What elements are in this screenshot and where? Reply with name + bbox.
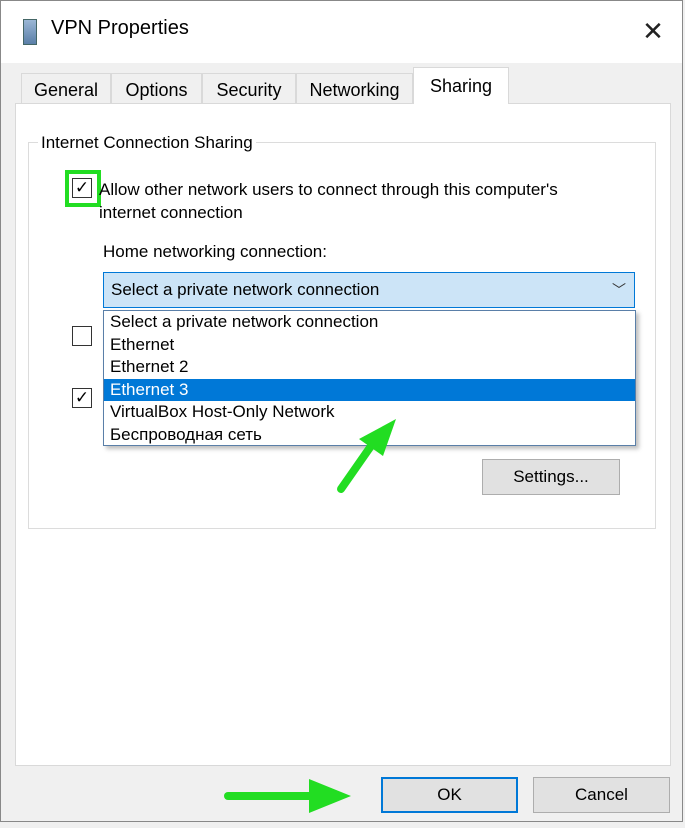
- arrow-to-ok-annotation: [224, 779, 351, 813]
- arrow-to-list-annotation: [337, 419, 396, 493]
- annotation-arrows: [224, 419, 396, 813]
- vpn-properties-dialog: VPN Properties ✕ General Options Securit…: [0, 0, 683, 822]
